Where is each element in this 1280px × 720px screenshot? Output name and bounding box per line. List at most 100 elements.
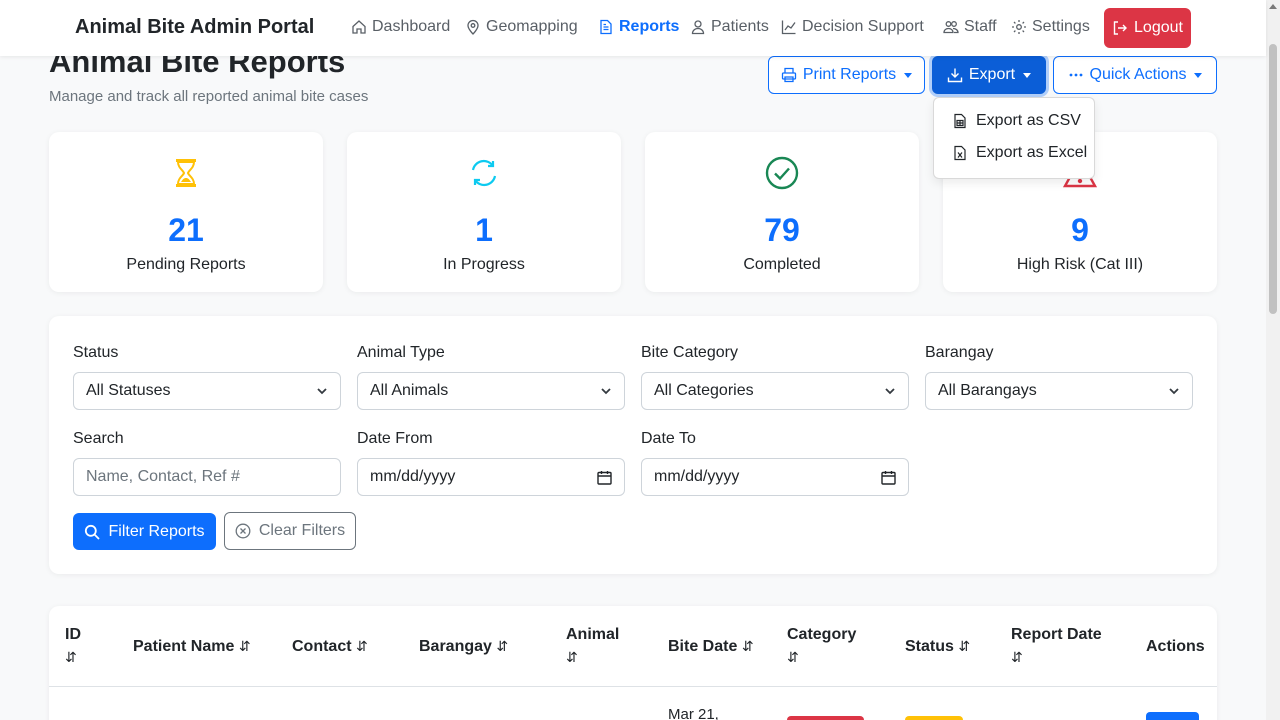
- date-to-value: mm/dd/yyyy: [654, 468, 740, 485]
- quick-actions-label: Quick Actions: [1089, 66, 1187, 83]
- column-header-patient-name[interactable]: Patient Name ⇵: [133, 635, 251, 658]
- category-badge: [787, 716, 864, 720]
- quick-actions-button[interactable]: Quick Actions: [1053, 56, 1217, 94]
- document-icon: [600, 19, 612, 35]
- export-label: Export: [968, 66, 1016, 83]
- column-header-contact[interactable]: Contact ⇵: [292, 635, 368, 658]
- sort-icon[interactable]: ⇵: [742, 638, 754, 654]
- nav-staff[interactable]: Staff: [943, 18, 997, 36]
- column-header-bite-date[interactable]: Bite Date ⇵: [668, 635, 754, 658]
- excel-file-icon: [954, 145, 966, 161]
- chevron-down-icon: [317, 388, 327, 395]
- top-navbar: Animal Bite Admin Portal Dashboard Geoma…: [0, 0, 1266, 56]
- stat-card-pending: 21 Pending Reports: [49, 132, 323, 292]
- nav-decision-support-label: Decision Support: [802, 18, 924, 35]
- column-header-category[interactable]: Category ⇵: [787, 623, 856, 669]
- stat-value: 9: [1071, 212, 1089, 248]
- filter-reports-label: Filter Reports: [108, 522, 205, 540]
- date-from-value: mm/dd/yyyy: [370, 468, 456, 485]
- animal-type-filter-label: Animal Type: [357, 344, 445, 361]
- bite-category-select-value: All Categories: [654, 382, 754, 399]
- scroll-up-arrow-icon[interactable]: [1269, 4, 1277, 9]
- people-icon: [943, 21, 959, 34]
- export-csv-item[interactable]: Export as CSV: [952, 112, 1081, 130]
- stat-label: High Risk (Cat III): [1016, 256, 1144, 273]
- sort-icon[interactable]: ⇵: [496, 638, 508, 654]
- date-from-label: Date From: [357, 430, 433, 447]
- nav-patients[interactable]: Patients: [690, 18, 769, 36]
- nav-reports[interactable]: Reports: [598, 18, 679, 36]
- export-excel-item[interactable]: Export as Excel: [952, 144, 1087, 162]
- chart-line-icon: [781, 20, 796, 35]
- sort-icon[interactable]: ⇵: [65, 649, 77, 665]
- nav-settings[interactable]: Settings: [1011, 18, 1090, 36]
- chevron-down-icon: [601, 388, 611, 395]
- export-button[interactable]: Export: [932, 56, 1046, 94]
- sort-icon[interactable]: ⇵: [239, 638, 251, 654]
- table-cell-bite-date: Mar 21,: [668, 706, 719, 720]
- sort-icon[interactable]: ⇵: [787, 649, 799, 665]
- nav-geomapping-label: Geomapping: [486, 18, 578, 35]
- logout-icon: [1113, 21, 1128, 35]
- chevron-down-icon: [1023, 72, 1032, 78]
- nav-decision-support[interactable]: Decision Support: [781, 18, 924, 36]
- calendar-icon[interactable]: [597, 470, 612, 485]
- filter-reports-button[interactable]: Filter Reports: [73, 513, 216, 550]
- column-header-id[interactable]: ID ⇵: [65, 623, 81, 669]
- clear-filters-label: Clear Filters: [258, 522, 346, 539]
- view-report-button[interactable]: [1146, 712, 1199, 720]
- print-reports-label: Print Reports: [802, 66, 897, 83]
- page-scrollbar[interactable]: [1266, 0, 1280, 720]
- column-header-report-date[interactable]: Report Date ⇵: [1011, 623, 1102, 669]
- scroll-thumb[interactable]: [1269, 44, 1277, 314]
- sort-icon[interactable]: ⇵: [566, 649, 578, 665]
- sort-icon[interactable]: ⇵: [1011, 649, 1023, 665]
- logout-label: Logout: [1134, 19, 1183, 36]
- date-to-input[interactable]: mm/dd/yyyy: [641, 458, 909, 496]
- stat-label: Completed: [743, 256, 821, 273]
- animal-type-select[interactable]: All Animals: [357, 372, 625, 410]
- home-icon: [352, 20, 366, 34]
- stat-value: 1: [475, 212, 493, 248]
- status-select[interactable]: All Statuses: [73, 372, 341, 410]
- brand-title[interactable]: Animal Bite Admin Portal: [75, 16, 314, 39]
- search-input-placeholder: Name, Contact, Ref #: [86, 468, 240, 485]
- nav-reports-label: Reports: [619, 18, 680, 35]
- nav-patients-label: Patients: [711, 18, 769, 35]
- clear-circle-icon: [235, 523, 251, 539]
- map-pin-icon: [467, 19, 479, 35]
- clear-filters-button[interactable]: Clear Filters: [224, 512, 356, 550]
- barangay-select[interactable]: All Barangays: [925, 372, 1193, 410]
- sort-icon[interactable]: ⇵: [958, 638, 970, 654]
- bite-category-filter-label: Bite Category: [641, 344, 738, 361]
- export-excel-label: Export as Excel: [976, 144, 1088, 161]
- animal-type-select-value: All Animals: [370, 382, 449, 399]
- nav-dashboard-label: Dashboard: [372, 18, 451, 35]
- column-header-status[interactable]: Status ⇵: [905, 635, 970, 658]
- nav-dashboard[interactable]: Dashboard: [351, 18, 450, 36]
- sort-icon[interactable]: ⇵: [356, 638, 368, 654]
- print-reports-button[interactable]: Print Reports: [768, 56, 925, 94]
- nav-staff-label: Staff: [964, 18, 997, 35]
- status-select-value: All Statuses: [86, 382, 171, 399]
- download-icon: [947, 68, 963, 83]
- date-from-input[interactable]: mm/dd/yyyy: [357, 458, 625, 496]
- export-csv-label: Export as CSV: [976, 112, 1081, 129]
- nav-geomapping[interactable]: Geomapping: [465, 18, 578, 36]
- chevron-down-icon: [904, 72, 913, 78]
- search-filter-label: Search: [73, 430, 124, 447]
- stat-label: Pending Reports: [126, 256, 246, 273]
- column-header-animal[interactable]: Animal ⇵: [566, 623, 619, 669]
- refresh-icon: [467, 156, 501, 190]
- calendar-icon[interactable]: [881, 470, 896, 485]
- column-header-actions: Actions: [1146, 638, 1205, 655]
- hourglass-icon: [169, 156, 203, 190]
- column-header-barangay[interactable]: Barangay ⇵: [419, 635, 508, 658]
- logout-button[interactable]: Logout: [1104, 8, 1191, 48]
- search-input[interactable]: Name, Contact, Ref #: [73, 458, 341, 496]
- bite-category-select[interactable]: All Categories: [641, 372, 909, 410]
- printer-icon: [781, 67, 796, 83]
- status-badge: [905, 716, 963, 720]
- date-to-label: Date To: [641, 430, 696, 447]
- ellipsis-icon: [1069, 73, 1082, 77]
